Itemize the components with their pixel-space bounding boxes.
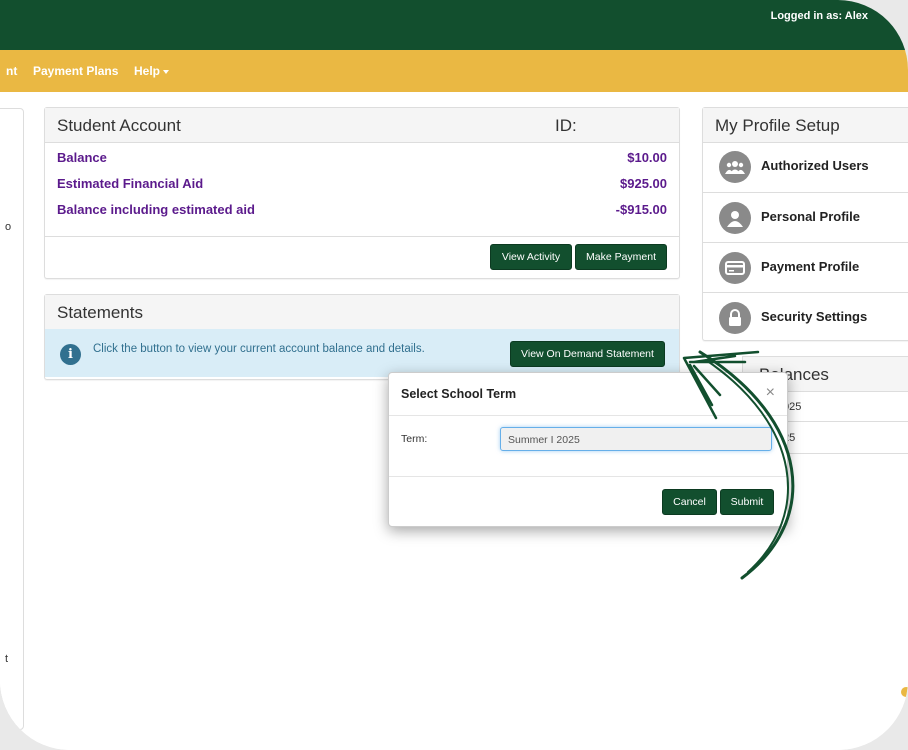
app-frame: Logged in as: Alex nt Payment Plans Help… xyxy=(0,0,908,750)
term-select-value: Summer I 2025 xyxy=(508,434,580,446)
student-id-label: ID: xyxy=(555,116,577,135)
profile-item-security-settings[interactable]: Security Settings xyxy=(703,292,908,342)
caret-down-icon xyxy=(163,69,170,74)
submit-button[interactable]: Submit xyxy=(720,489,774,515)
panel-heading: My Profile Setup xyxy=(703,108,908,143)
balance-with-aid-value: -$915.00 xyxy=(615,202,667,217)
users-group-icon xyxy=(719,151,751,183)
close-icon[interactable]: × xyxy=(766,384,775,402)
view-on-demand-statement-button[interactable]: View On Demand Statement xyxy=(510,341,665,367)
statements-panel: Statements i Click the button to view yo… xyxy=(44,294,680,380)
financial-aid-value: $925.00 xyxy=(620,176,667,191)
cancel-button[interactable]: Cancel xyxy=(662,489,717,515)
panel-heading: Student Account ID: xyxy=(45,108,679,143)
profile-item-payment-profile[interactable]: Payment Profile xyxy=(703,242,908,292)
balance-with-aid-label: Balance including estimated aid xyxy=(57,202,255,217)
profile-item-label: Authorized Users xyxy=(761,158,869,173)
info-icon: i xyxy=(60,344,81,365)
view-activity-button[interactable]: View Activity xyxy=(490,244,572,270)
profile-item-label: Personal Profile xyxy=(761,209,860,224)
balance-label: Balance xyxy=(57,150,107,165)
top-header-bar: Logged in as: Alex xyxy=(0,0,908,50)
select-term-modal: Select School Term × Term: Summer I 2025… xyxy=(388,372,788,527)
make-payment-button[interactable]: Make Payment xyxy=(575,244,667,270)
nav-item-fragment[interactable]: nt xyxy=(6,64,17,78)
nav-item-help[interactable]: Help xyxy=(134,64,170,78)
student-account-title: Student Account xyxy=(57,116,181,135)
nav-help-label: Help xyxy=(134,64,161,78)
balance-with-aid-row: Balance including estimated aid -$915.00 xyxy=(57,202,667,222)
floating-help-dot[interactable] xyxy=(901,687,908,697)
financial-aid-row: Estimated Financial Aid $925.00 xyxy=(57,176,667,196)
profile-item-personal-profile[interactable]: Personal Profile xyxy=(703,192,908,242)
term-label: Term: xyxy=(401,433,428,445)
nav-item-payment-plans[interactable]: Payment Plans xyxy=(33,64,118,78)
sidebar-text-fragment: t xyxy=(5,653,9,665)
modal-footer-divider xyxy=(389,476,787,477)
sidebar-text-fragment: o xyxy=(5,221,12,233)
divider xyxy=(45,236,679,237)
profile-item-authorized-users[interactable]: Authorized Users xyxy=(703,142,908,191)
statements-title: Statements xyxy=(57,303,143,322)
left-sidebar-panel: o t xyxy=(0,108,24,730)
modal-header: Select School Term × xyxy=(389,373,787,416)
balance-row: Balance $10.00 xyxy=(57,150,667,170)
modal-title: Select School Term xyxy=(401,387,517,401)
profile-item-label: Security Settings xyxy=(761,309,868,324)
student-account-panel: Student Account ID: Balance $10.00 Estim… xyxy=(44,107,680,279)
panel-heading: Statements xyxy=(45,295,679,330)
credit-card-icon xyxy=(719,252,751,284)
profile-item-label: Payment Profile xyxy=(761,259,860,274)
statements-info-text: Click the button to view your current ac… xyxy=(93,343,425,355)
main-nav-bar: nt Payment Plans Help xyxy=(0,50,908,92)
profile-setup-title: My Profile Setup xyxy=(715,116,840,135)
term-select[interactable]: Summer I 2025 xyxy=(500,427,772,451)
user-icon xyxy=(719,202,751,234)
balance-value: $10.00 xyxy=(627,150,667,165)
profile-setup-panel: My Profile Setup Authorized Users Person… xyxy=(702,107,908,341)
statements-info-alert: i Click the button to view your current … xyxy=(45,329,679,377)
logged-in-label: Logged in as: Alex xyxy=(770,10,868,22)
lock-icon xyxy=(719,302,751,334)
financial-aid-label: Estimated Financial Aid xyxy=(57,176,204,191)
